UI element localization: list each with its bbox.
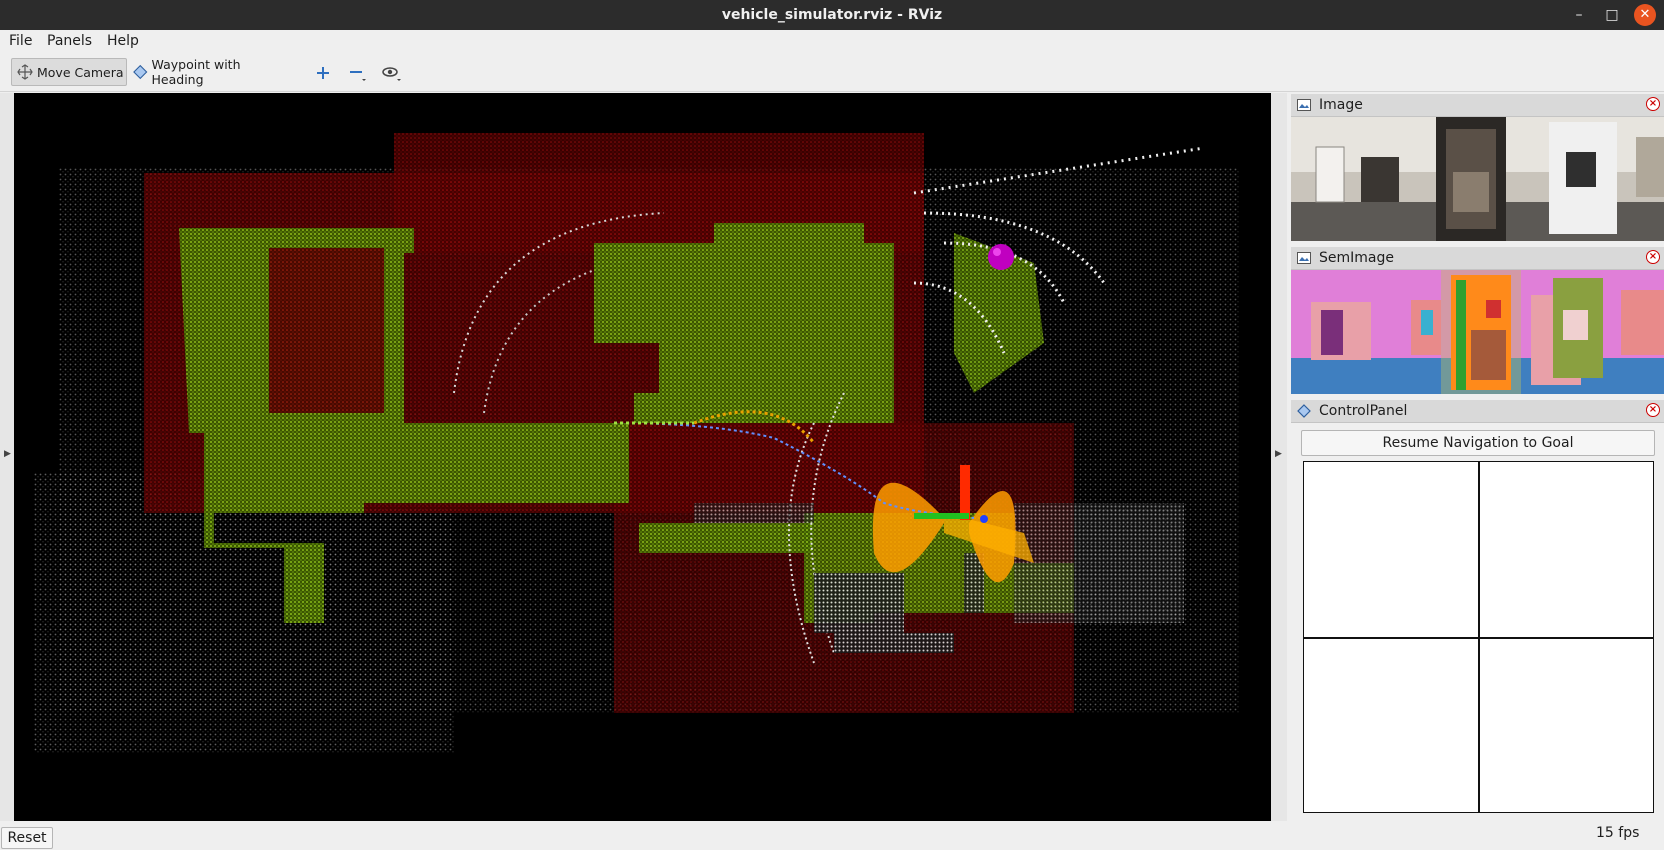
menu-file[interactable]: File <box>9 33 32 49</box>
semimage-panel-icon <box>1297 252 1311 264</box>
move-camera-button[interactable]: Move Camera <box>11 58 127 86</box>
controlpanel-close-button[interactable]: × <box>1646 403 1660 417</box>
title-bar: vehicle_simulator.rviz - RViz – □ ✕ <box>0 0 1664 30</box>
fps-counter: 15 fps <box>1596 825 1640 841</box>
right-dock-handle[interactable]: ▶ <box>1271 93 1287 821</box>
pad-horizontal-divider <box>1304 637 1653 639</box>
resume-navigation-button[interactable]: Resume Navigation to Goal <box>1301 430 1655 456</box>
move-camera-label: Move Camera <box>37 64 124 80</box>
controlpanel-header: ControlPanel × <box>1291 400 1664 423</box>
move-camera-icon <box>17 64 33 80</box>
remove-tool-icon[interactable] <box>347 62 369 84</box>
waypoint-label: Waypoint with Heading <box>151 57 241 87</box>
reset-button[interactable]: Reset <box>1 827 53 849</box>
semimage-panel-header: SemImage × <box>1291 247 1664 270</box>
menu-panels[interactable]: Panels <box>47 33 92 49</box>
left-dock-handle[interactable]: ▶ <box>0 93 14 821</box>
semimage-panel-close-button[interactable]: × <box>1646 250 1660 264</box>
waypoint-button[interactable]: Waypoint with Heading <box>131 57 283 87</box>
add-tool-icon[interactable] <box>312 62 334 84</box>
maximize-button[interactable]: □ <box>1601 4 1623 26</box>
image-panel-icon <box>1297 99 1311 111</box>
close-button[interactable]: ✕ <box>1634 4 1656 26</box>
image-panel-close-button[interactable]: × <box>1646 97 1660 111</box>
controlpanel-title: ControlPanel <box>1319 403 1408 419</box>
minimize-button[interactable]: – <box>1568 4 1590 26</box>
camera-image <box>1291 117 1664 241</box>
image-panel-header: Image × <box>1291 94 1664 117</box>
toolbar: Move Camera Waypoint with Heading <box>0 54 1664 92</box>
expand-right-icon: ▶ <box>1275 449 1282 459</box>
view-icon[interactable] <box>381 62 403 84</box>
point-cloud-scene <box>14 93 1271 821</box>
expand-left-icon: ▶ <box>4 449 11 459</box>
controlpanel-icon <box>1297 404 1311 418</box>
menu-bar: File Panels Help <box>0 30 1664 54</box>
menu-help[interactable]: Help <box>107 33 139 49</box>
window-title: vehicle_simulator.rviz - RViz <box>721 7 943 23</box>
teleop-joystick-pad[interactable] <box>1303 461 1654 813</box>
3d-render-view[interactable] <box>14 93 1271 821</box>
waypoint-icon <box>133 64 148 80</box>
image-panel-title: Image <box>1319 97 1363 113</box>
semimage-panel-title: SemImage <box>1319 250 1394 266</box>
semantic-image <box>1291 270 1664 394</box>
